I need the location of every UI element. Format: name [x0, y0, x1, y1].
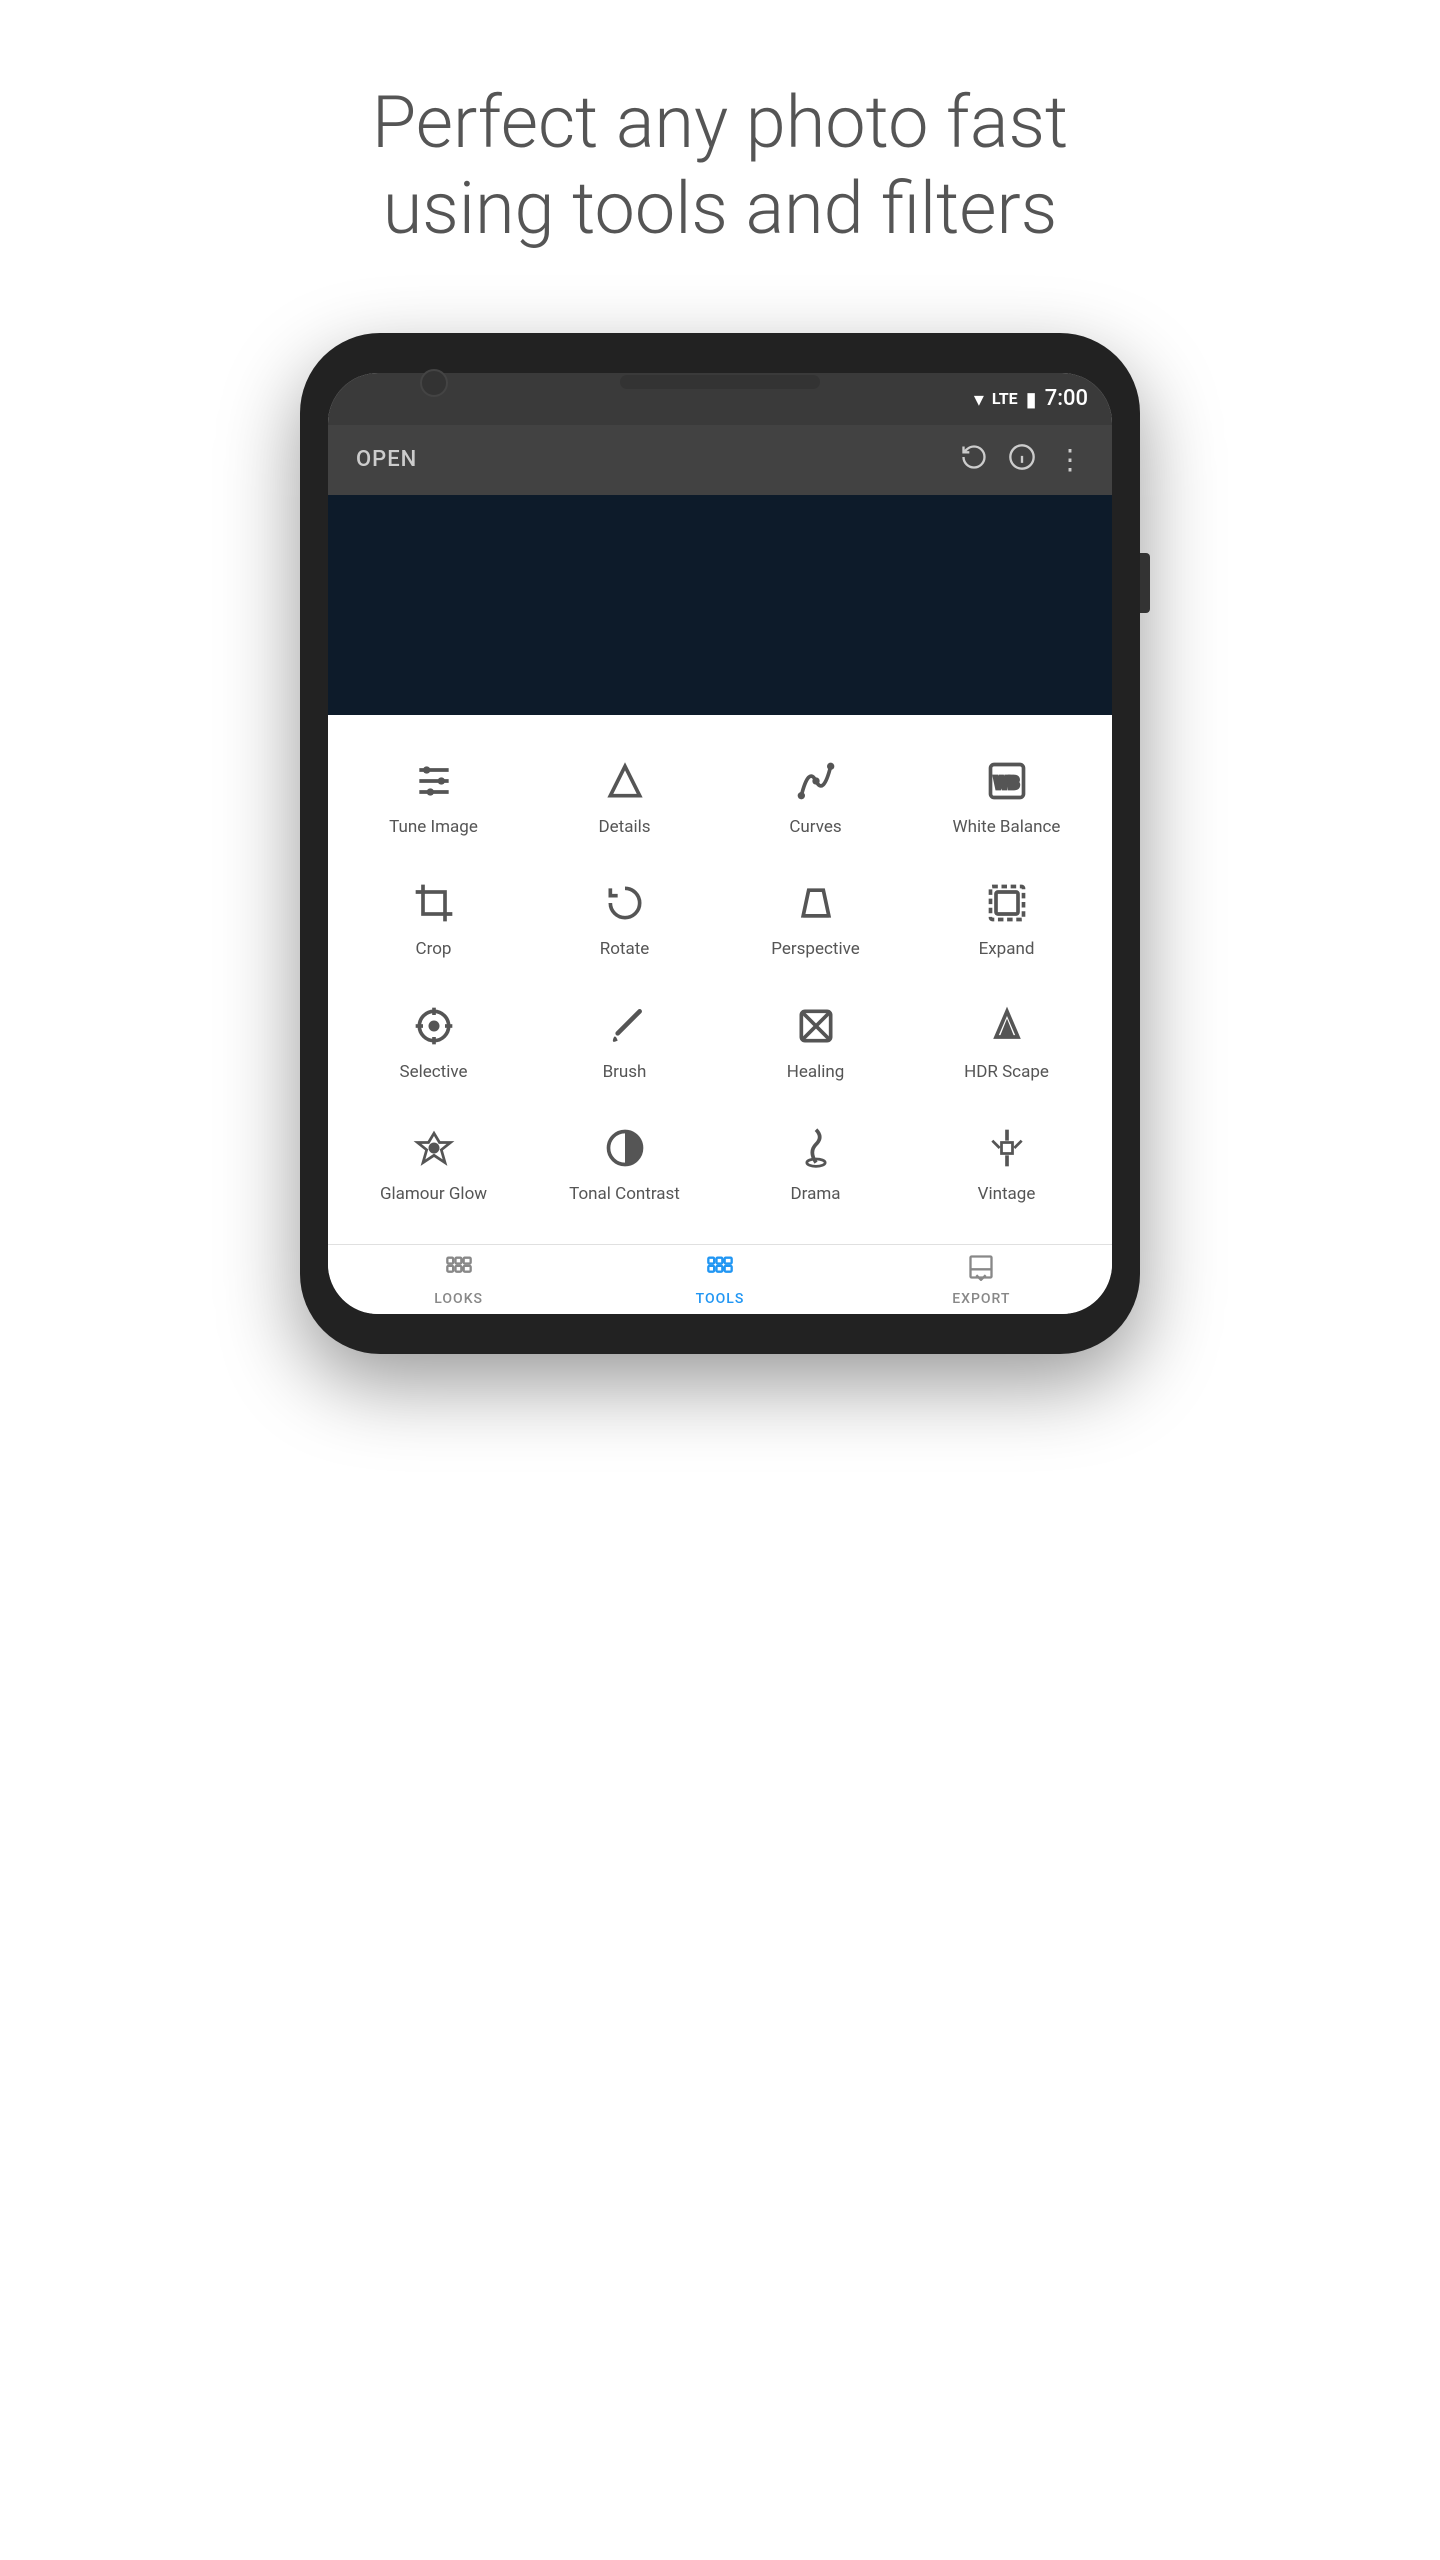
tool-tune-image[interactable]: Tune Image [338, 735, 529, 857]
status-time: 7:00 [1045, 386, 1088, 411]
tool-perspective[interactable]: Perspective [720, 857, 911, 979]
perspective-label: Perspective [771, 939, 859, 959]
phone-camera [420, 369, 448, 397]
tools-label: TOOLS [696, 1291, 745, 1307]
bottom-nav: LOOKS TOOLS [328, 1244, 1112, 1314]
glamour-glow-label: Glamour Glow [380, 1184, 487, 1204]
info-icon[interactable] [1008, 443, 1036, 477]
drama-label: Drama [791, 1184, 841, 1204]
rotate-label: Rotate [600, 939, 650, 959]
tool-glamour-glow[interactable]: Glamour Glow [338, 1102, 529, 1224]
lte-icon: LTE [992, 389, 1018, 408]
details-label: Details [598, 817, 650, 837]
tool-crop[interactable]: Crop [338, 857, 529, 979]
phone-screen: ▾ LTE ▮ 7:00 OPEN [328, 373, 1112, 1315]
hdr-scape-label: HDR Scape [964, 1062, 1049, 1082]
app-bar: OPEN ⋮ [328, 425, 1112, 495]
looks-icon [445, 1253, 473, 1287]
tool-drama[interactable]: Drama [720, 1102, 911, 1224]
rotate-icon [599, 877, 651, 929]
curves-icon [790, 755, 842, 807]
white-balance-icon: WB [981, 755, 1033, 807]
expand-icon [981, 877, 1033, 929]
battery-icon: ▮ [1026, 387, 1037, 411]
healing-label: Healing [787, 1062, 845, 1082]
tonal-contrast-icon [599, 1122, 651, 1174]
brush-label: Brush [603, 1062, 647, 1082]
app-bar-icons: ⋮ [960, 443, 1084, 477]
tune-image-icon [408, 755, 460, 807]
open-button[interactable]: OPEN [356, 447, 417, 472]
tune-image-label: Tune Image [389, 817, 478, 837]
brush-icon [599, 1000, 651, 1052]
page-title-text: Perfect any photo fast [372, 80, 1068, 165]
phone-shell: ▾ LTE ▮ 7:00 OPEN [300, 333, 1140, 1355]
svg-text:WB: WB [994, 774, 1019, 793]
export-label: EXPORT [952, 1291, 1010, 1307]
tool-selective[interactable]: Selective [338, 980, 529, 1102]
tools-grid: Tune Image Details [338, 735, 1102, 1225]
tonal-contrast-label: Tonal Contrast [569, 1184, 680, 1204]
expand-label: Expand [979, 939, 1035, 959]
page-heading: Perfect any photo fast using tools and f… [272, 80, 1168, 253]
selective-icon [408, 1000, 460, 1052]
tool-hdr-scape[interactable]: HDR Scape [911, 980, 1102, 1102]
tool-tonal-contrast[interactable]: Tonal Contrast [529, 1102, 720, 1224]
white-balance-label: White Balance [953, 817, 1061, 837]
tool-vintage[interactable]: Vintage [911, 1102, 1102, 1224]
healing-icon [790, 1000, 842, 1052]
glamour-glow-icon [408, 1122, 460, 1174]
photo-preview [328, 495, 1112, 715]
undo-icon[interactable] [960, 443, 988, 477]
tools-panel: Tune Image Details [328, 715, 1112, 1245]
drama-icon [790, 1122, 842, 1174]
tool-curves[interactable]: Curves [720, 735, 911, 857]
tool-rotate[interactable]: Rotate [529, 857, 720, 979]
tool-white-balance[interactable]: WB White Balance [911, 735, 1102, 857]
more-icon[interactable]: ⋮ [1056, 443, 1084, 476]
nav-tools[interactable]: TOOLS [589, 1245, 850, 1314]
vintage-label: Vintage [978, 1184, 1036, 1204]
nav-looks[interactable]: LOOKS [328, 1245, 589, 1314]
phone-power-button [1140, 553, 1150, 613]
selective-label: Selective [400, 1062, 468, 1082]
wifi-icon: ▾ [974, 387, 984, 411]
tool-expand[interactable]: Expand [911, 857, 1102, 979]
hdr-scape-icon [981, 1000, 1033, 1052]
crop-label: Crop [416, 939, 452, 959]
export-icon [967, 1253, 995, 1287]
tool-brush[interactable]: Brush [529, 980, 720, 1102]
vintage-icon [981, 1122, 1033, 1174]
page-title-text2: using tools and filters [383, 166, 1057, 251]
tool-details[interactable]: Details [529, 735, 720, 857]
nav-export[interactable]: EXPORT [851, 1245, 1112, 1314]
crop-icon [408, 877, 460, 929]
looks-label: LOOKS [434, 1291, 483, 1307]
tools-icon [706, 1253, 734, 1287]
curves-label: Curves [789, 817, 841, 837]
status-icons: ▾ LTE ▮ 7:00 [974, 386, 1088, 411]
tool-healing[interactable]: Healing [720, 980, 911, 1102]
perspective-icon [790, 877, 842, 929]
details-icon [599, 755, 651, 807]
